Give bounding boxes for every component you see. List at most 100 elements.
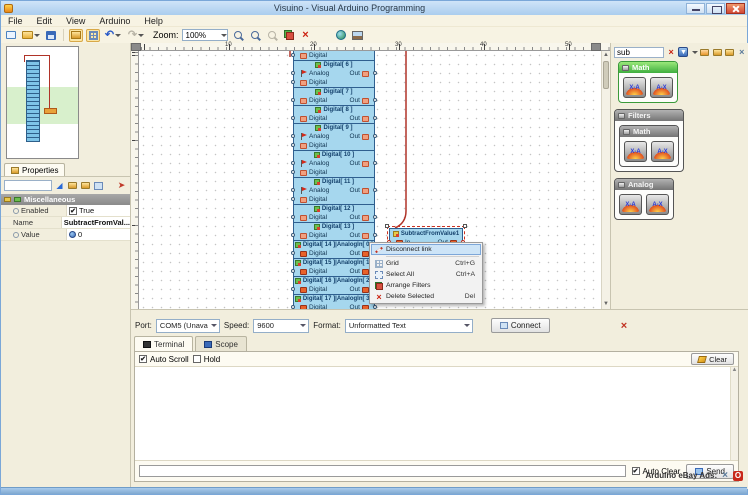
hold-checkbox[interactable]: Hold [193,355,220,364]
serial-tools-icon[interactable]: × [618,320,630,332]
menu-arduino[interactable]: Arduino [92,16,137,26]
input-pin[interactable] [291,188,295,192]
input-pin[interactable] [291,116,295,120]
canvas-block[interactable]: Digital[ 11 ]AnalogOutDigital [293,177,375,205]
input-pin[interactable] [291,71,295,75]
open-button[interactable] [21,29,41,42]
component-tile[interactable]: A-X [646,194,669,215]
input-pin[interactable] [291,143,295,147]
output-pin[interactable] [373,134,377,138]
zoom-reset-button[interactable] [265,29,279,42]
tab-terminal[interactable]: Terminal [134,336,193,351]
menu-view[interactable]: View [59,16,92,26]
canvas-vertical-scrollbar[interactable]: ▲ ▼ [601,51,610,309]
overview-map[interactable] [6,46,79,159]
input-pin[interactable] [291,80,295,84]
group-header[interactable]: Analog [615,179,673,190]
canvas-block[interactable]: Digital[ 9 ]AnalogOutDigital [293,123,375,151]
component-tile[interactable]: X-A [619,194,642,215]
help-button[interactable] [334,29,348,42]
zoom-out-button[interactable] [248,29,262,42]
output-scrollbar[interactable]: ▲ [730,367,738,460]
open-folder-icon[interactable] [712,46,722,58]
zoom-in-button[interactable] [231,29,245,42]
component-search-input[interactable] [614,47,664,58]
delete-button[interactable]: × [299,29,313,42]
title-bar[interactable]: Visuino - Visual Arduino Programming [1,1,747,15]
component-tile[interactable]: X-A [624,141,647,162]
property-value[interactable]: SubtractFromVal... [62,217,130,228]
context-menu-item-arrange-filters[interactable]: Arrange Filters [371,280,481,291]
zoom-select[interactable]: 100% [182,29,228,41]
terminal-output[interactable]: ▲ [135,367,738,461]
canvas-block[interactable]: Digital[ 12 ]DigitalOut [293,204,375,223]
grid-toggle-button[interactable] [86,29,100,42]
undo-button[interactable]: ↶ [103,29,123,42]
connect-button[interactable]: Connect [491,318,550,333]
canvas-block[interactable]: Digital[ 13 ]DigitalOut [293,222,375,241]
menu-file[interactable]: File [1,16,30,26]
tab-scope[interactable]: Scope [195,336,247,351]
canvas-block[interactable]: Digital[ 10 ]AnalogOutDigital [293,150,375,178]
pin-icon[interactable]: ➤ [116,180,127,191]
canvas-block[interactable]: Digital[ 17 ]|AnalogIn[ 3 ]DigitalOut [293,294,375,309]
ads-tools-icon[interactable]: × [722,470,728,481]
terminal-input[interactable] [139,465,626,477]
component-group-math[interactable]: Math X-AA-X [618,61,678,103]
canvas-surface[interactable]: DigitalDigital[ 6 ]AnalogOutDigitalDigit… [139,51,601,309]
property-row[interactable]: Value0 [1,229,130,241]
search-options-button[interactable]: ▼ [678,46,688,58]
tools-icon[interactable]: × [737,46,747,58]
input-pin[interactable] [291,53,295,57]
component-group-analog[interactable]: Analog X-AA-X [614,178,674,220]
component-tile[interactable]: X-A [623,77,646,98]
save-button[interactable] [44,29,58,42]
clear-button[interactable]: Clear [691,353,734,365]
close-button[interactable] [726,3,745,14]
input-pin[interactable] [291,287,295,291]
redo-button[interactable]: ↷ [126,29,146,42]
input-pin[interactable] [291,233,295,237]
input-pin[interactable] [291,197,295,201]
property-row[interactable]: Enabled✔True [1,205,130,217]
input-pin[interactable] [291,215,295,219]
canvas-block[interactable]: Digital[ 15 ]|AnalogIn[ 1 ]DigitalOut [293,258,375,277]
tab-properties[interactable]: Properties [4,163,65,176]
closed-folder-icon[interactable] [724,46,734,58]
menu-help[interactable]: Help [137,16,170,26]
component-tile[interactable]: A-X [650,77,673,98]
checkbox[interactable]: ✔ [69,207,77,215]
canvas-block[interactable]: Digital[ 8 ]DigitalOut [293,105,375,124]
canvas-block[interactable]: Digital[ 14 ]|AnalogIn[ 0 ]DigitalOut [293,240,375,259]
input-pin[interactable] [291,134,295,138]
input-pin[interactable] [291,170,295,174]
format-select[interactable]: Unformatted Text [345,319,473,333]
context-menu-item-disconnect-link[interactable]: Disconnect link [371,244,481,255]
group-header[interactable]: Math [619,62,677,73]
output-pin[interactable] [373,116,377,120]
scroll-thumb[interactable] [603,61,609,89]
minimize-button[interactable] [686,3,705,14]
input-pin[interactable] [291,98,295,102]
context-menu-item-select-all[interactable]: Select AllCtrl+A [371,269,481,280]
auto-scroll-checkbox[interactable]: ✔ Auto Scroll [139,355,189,364]
maximize-button[interactable] [706,3,725,14]
copy-icon[interactable] [700,46,710,58]
selection-handle[interactable] [385,224,389,228]
output-pin[interactable] [373,161,377,165]
menu-edit[interactable]: Edit [30,16,60,26]
input-pin[interactable] [291,251,295,255]
speed-select[interactable]: 9600 [253,319,309,333]
gallery-button[interactable] [351,29,365,42]
panels-toggle-button[interactable] [69,29,83,42]
scroll-up-icon[interactable]: ▲ [602,51,610,60]
output-pin[interactable] [373,188,377,192]
input-pin[interactable] [291,269,295,273]
context-menu-item-delete-selected[interactable]: ×Delete SelectedDel [371,291,481,302]
group-header[interactable]: Filters [615,110,683,121]
port-select[interactable]: COM5 (Unava [156,319,220,333]
design-canvas[interactable]: 1020304050 DigitalDigital[ 6 ]AnalogOutD… [131,43,611,309]
property-filter-input[interactable] [4,180,52,191]
component-group-filters[interactable]: FiltersMathX-AA-X [614,109,684,172]
categorized-view-icon[interactable] [93,180,104,191]
